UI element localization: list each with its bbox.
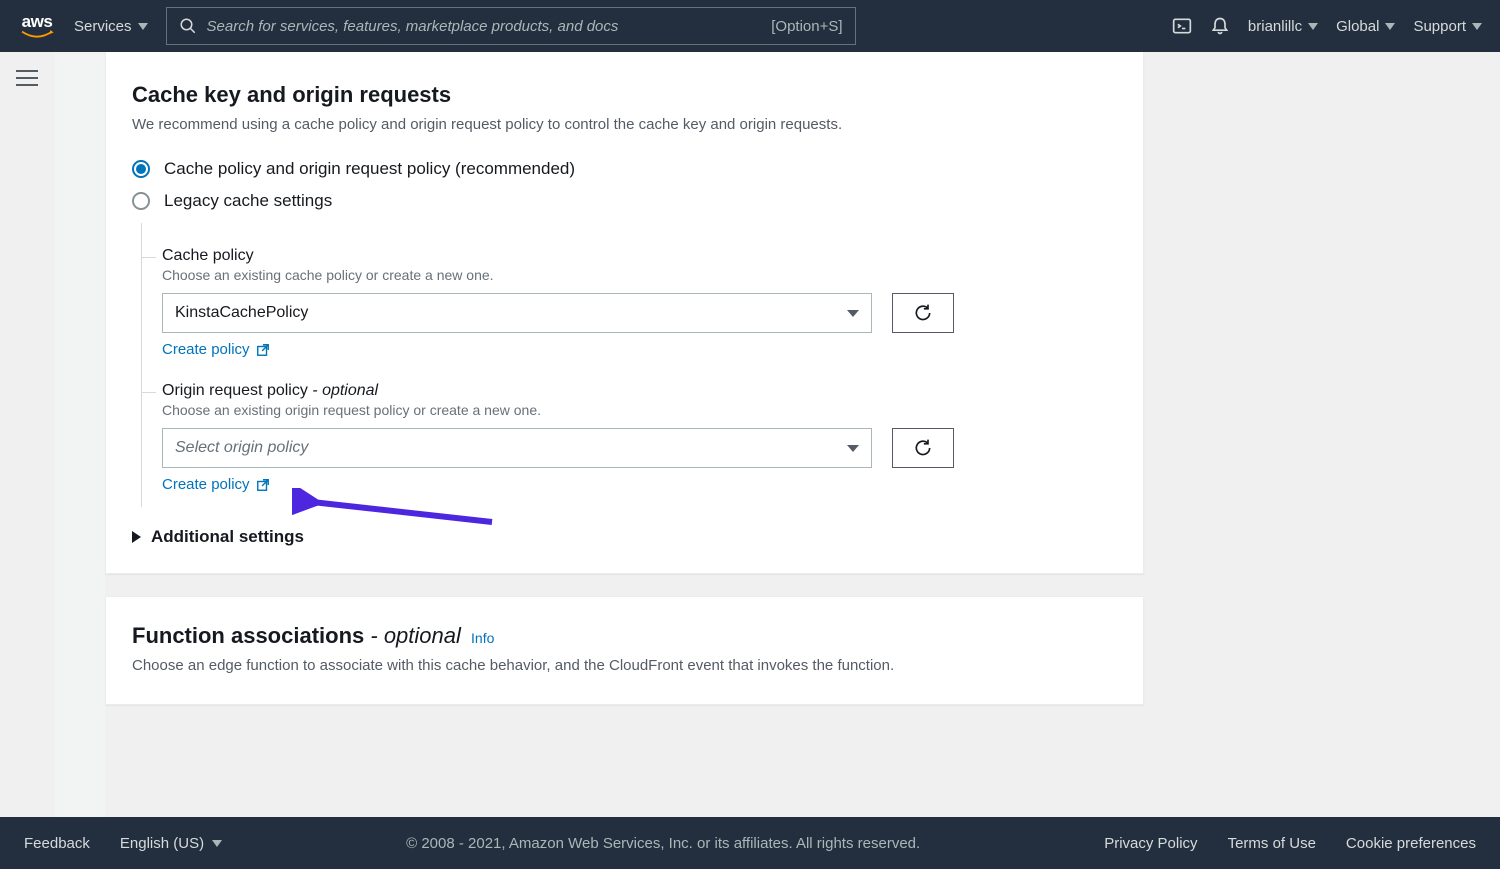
additional-settings-toggle[interactable]: Additional settings [132,527,1117,547]
footer: Feedback English (US) © 2008 - 2021, Ama… [0,817,1500,869]
language-label: English (US) [120,835,204,852]
origin-policy-hint: Choose an existing origin request policy… [162,402,1117,418]
caret-down-icon [847,310,859,317]
origin-request-policy-field: Origin request policy - optional Choose … [162,382,1117,493]
section-desc: We recommend using a cache policy and or… [132,116,1117,133]
terms-link[interactable]: Terms of Use [1228,835,1316,852]
refresh-icon [913,303,933,323]
caret-down-icon [847,445,859,452]
hamburger-menu-icon[interactable] [16,70,38,88]
origin-policy-label: Origin request policy - optional [162,382,1117,400]
caret-down-icon [212,840,222,847]
radio-icon [132,160,150,178]
link-text: Create policy [162,476,250,493]
section-title: Cache key and origin requests [132,82,1117,108]
origin-policy-placeholder: Select origin policy [175,439,308,457]
function-associations-panel: Function associations - optional Info Ch… [105,596,1144,705]
caret-down-icon [1472,23,1482,30]
cache-policy-value: KinstaCachePolicy [175,304,308,322]
region-menu[interactable]: Global [1336,18,1395,35]
cache-policy-hint: Choose an existing cache policy or creat… [162,267,1117,283]
caret-right-icon [132,531,141,543]
cache-policy-field: Cache policy Choose an existing cache po… [162,247,1117,358]
main-content: Cache key and origin requests We recomme… [55,52,1500,817]
refresh-icon [913,438,933,458]
radio-legacy-cache[interactable]: Legacy cache settings [132,191,1117,211]
notifications-icon[interactable] [1210,16,1230,36]
copyright-text: © 2008 - 2021, Amazon Web Services, Inc.… [252,835,1074,852]
radio-policy-recommended[interactable]: Cache policy and origin request policy (… [132,159,1117,179]
create-origin-policy-link[interactable]: Create policy [162,476,270,493]
feedback-link[interactable]: Feedback [24,835,90,852]
radio-label: Legacy cache settings [164,191,332,211]
cloudshell-icon[interactable] [1172,16,1192,36]
top-nav: aws Services [Option+S] brianlillc Globa… [0,0,1500,52]
radio-label: Cache policy and origin request policy (… [164,159,575,179]
search-input[interactable] [207,18,772,35]
search-box[interactable]: [Option+S] [166,7,856,45]
search-shortcut: [Option+S] [771,18,842,35]
policy-indent: Cache policy Choose an existing cache po… [141,223,1117,507]
create-cache-policy-link[interactable]: Create policy [162,341,270,358]
language-selector[interactable]: English (US) [120,835,222,852]
region-label: Global [1336,18,1379,35]
external-link-icon [256,343,270,357]
info-link[interactable]: Info [471,630,494,646]
aws-logo[interactable]: aws [18,13,56,40]
privacy-link[interactable]: Privacy Policy [1104,835,1197,852]
support-label: Support [1413,18,1466,35]
external-link-icon [256,478,270,492]
cache-policy-label: Cache policy [162,247,1117,265]
cache-key-panel: Cache key and origin requests We recomme… [105,52,1144,574]
section-title: Function associations - optional Info [132,623,1117,649]
radio-icon [132,192,150,210]
caret-down-icon [138,23,148,30]
origin-policy-refresh-button[interactable] [892,428,954,468]
search-icon [179,17,197,35]
additional-settings-label: Additional settings [151,527,304,547]
section-desc: Choose an edge function to associate wit… [132,657,1117,674]
cache-policy-select[interactable]: KinstaCachePolicy [162,293,872,333]
support-menu[interactable]: Support [1413,18,1482,35]
caret-down-icon [1385,23,1395,30]
link-text: Create policy [162,341,250,358]
account-label: brianlillc [1248,18,1302,35]
cookie-link[interactable]: Cookie preferences [1346,835,1476,852]
cache-policy-refresh-button[interactable] [892,293,954,333]
account-menu[interactable]: brianlillc [1248,18,1318,35]
services-menu[interactable]: Services [74,18,148,35]
services-label: Services [74,18,132,35]
caret-down-icon [1308,23,1318,30]
origin-policy-select[interactable]: Select origin policy [162,428,872,468]
